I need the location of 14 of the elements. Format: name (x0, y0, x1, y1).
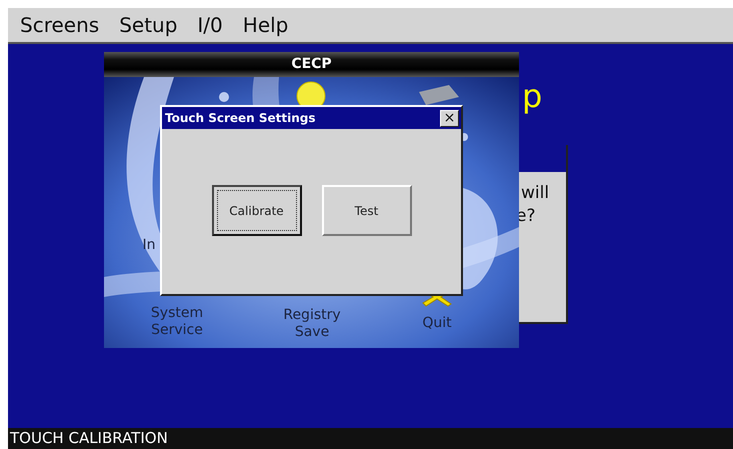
menu-item[interactable]: Setup (111, 11, 186, 39)
test-button[interactable]: Test (322, 185, 412, 236)
menu-item[interactable]: I/0 (189, 11, 231, 39)
close-button[interactable]: × (440, 110, 459, 126)
app-label[interactable]: Registry Save (262, 307, 362, 341)
calibrate-button[interactable]: Calibrate (212, 185, 302, 236)
window-title: CECP (104, 52, 519, 77)
menu-item[interactable]: Screens (12, 11, 108, 39)
dialog-title: Touch Screen Settings (165, 111, 316, 125)
status-bar: TOUCH CALIBRATION (8, 428, 733, 449)
menu-item[interactable]: Help (234, 11, 296, 39)
dialog-text: will (521, 185, 550, 202)
dialog-heading: p (522, 80, 542, 112)
app-label[interactable]: In (140, 237, 158, 254)
